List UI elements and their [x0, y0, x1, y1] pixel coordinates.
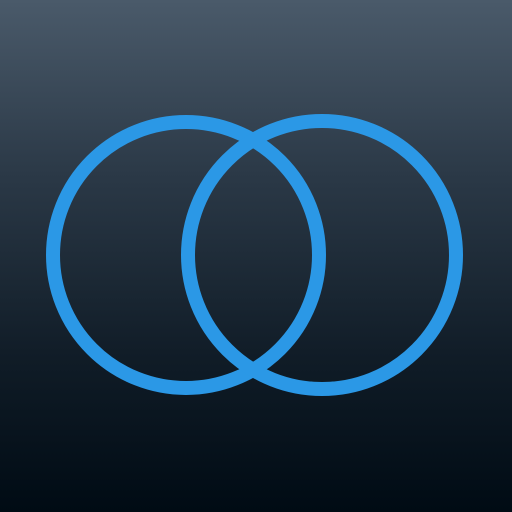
icon-background: [0, 0, 512, 512]
app-icon: [0, 0, 512, 512]
overlapping-circles-logo-icon: [0, 0, 512, 512]
